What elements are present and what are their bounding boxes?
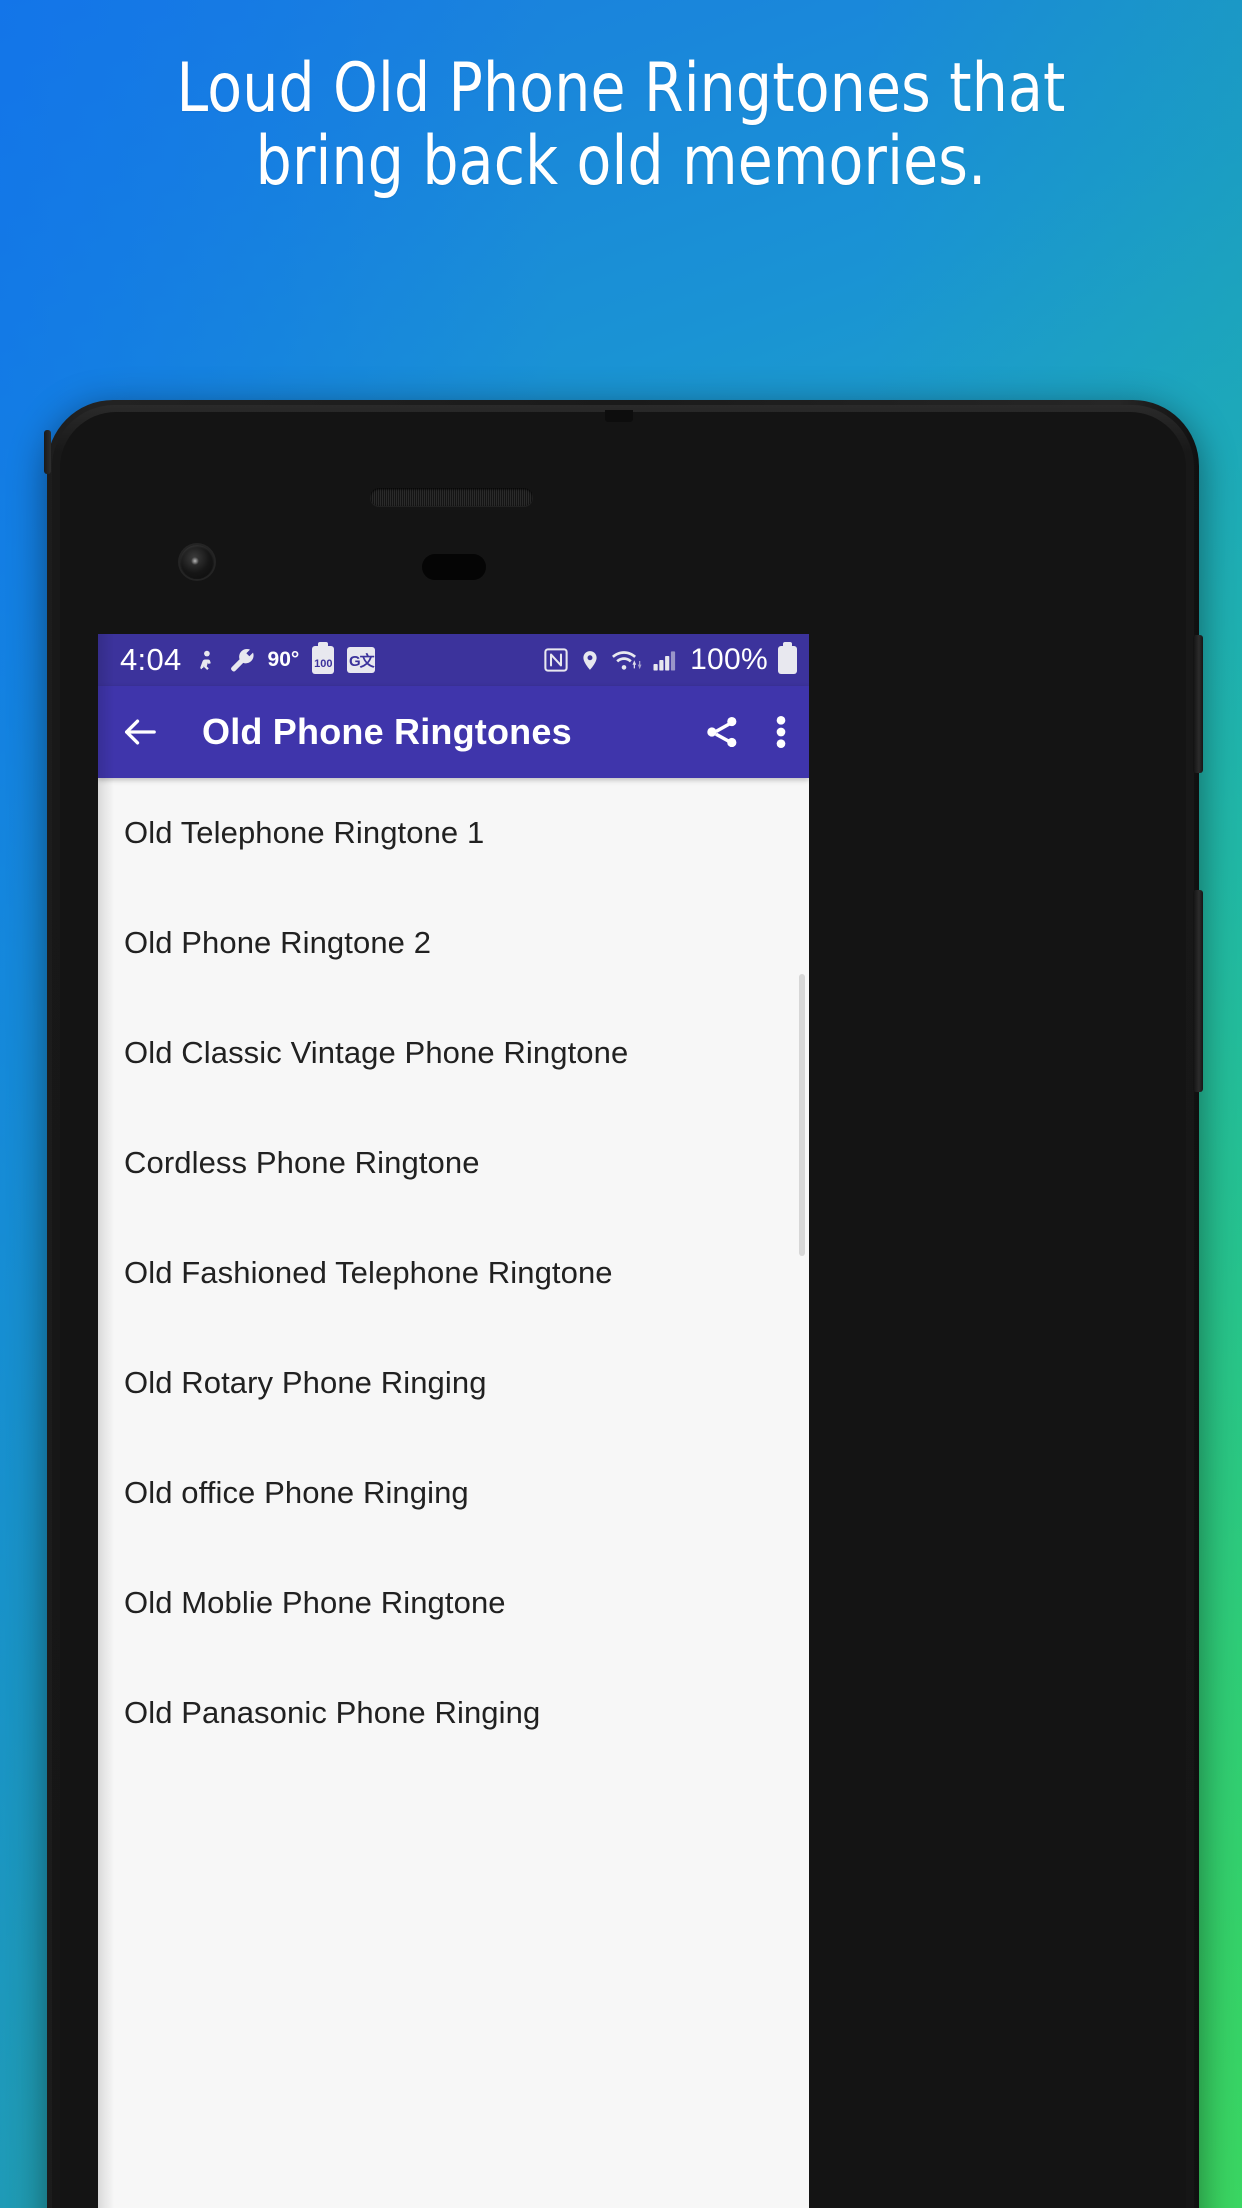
ringtone-name: Old Rotary Phone Ringing bbox=[124, 1365, 487, 1400]
promo-screenshot: Loud Old Phone Ringtones that bring back… bbox=[0, 0, 1242, 2208]
list-item[interactable]: Old Classic Vintage Phone Ringtone bbox=[98, 998, 809, 1108]
share-icon[interactable] bbox=[703, 713, 741, 751]
location-pin-icon bbox=[579, 647, 601, 674]
status-temperature: 90° bbox=[267, 648, 300, 671]
proximity-sensor bbox=[422, 554, 486, 580]
volume-button[interactable] bbox=[1193, 890, 1203, 1092]
ringtone-name: Old Telephone Ringtone 1 bbox=[124, 815, 485, 850]
phone-device-frame: 4:04 90° 100 G文 100% Old Phone Ringtones… bbox=[44, 400, 1203, 2208]
app-bar-actions bbox=[703, 712, 787, 752]
list-item[interactable]: Cordless Phone Ringtone bbox=[98, 1108, 809, 1218]
ringtone-name: Old office Phone Ringing bbox=[124, 1475, 469, 1510]
battery-icon bbox=[778, 642, 797, 674]
power-button[interactable] bbox=[1193, 635, 1203, 773]
headline-line-2: bring back old memories. bbox=[255, 122, 987, 202]
battery-percent-label: 100% bbox=[690, 643, 768, 676]
list-item[interactable]: Old Panasonic Phone Ringing bbox=[98, 1658, 809, 1768]
ringtone-name: Old Fashioned Telephone Ringtone bbox=[124, 1255, 613, 1290]
headline-line-1: Loud Old Phone Ringtones that bbox=[176, 49, 1066, 128]
phone-top-antenna-nub bbox=[605, 410, 633, 422]
ringtone-name: Old Phone Ringtone 2 bbox=[124, 925, 432, 960]
status-bar: 4:04 90° 100 G文 100% bbox=[98, 634, 809, 686]
phone-front-face: 4:04 90° 100 G文 100% Old Phone Ringtones… bbox=[60, 410, 1186, 2208]
ringtone-name: Old Moblie Phone Ringtone bbox=[124, 1585, 506, 1620]
ringtone-name: Old Panasonic Phone Ringing bbox=[124, 1695, 541, 1730]
ringtone-name: Old Classic Vintage Phone Ringtone bbox=[124, 1035, 629, 1070]
list-item[interactable]: Old Moblie Phone Ringtone bbox=[98, 1548, 809, 1658]
sim-tray bbox=[44, 430, 51, 474]
ringtone-name: Cordless Phone Ringtone bbox=[124, 1145, 480, 1180]
list-item[interactable]: Old Telephone Ringtone 1 bbox=[98, 778, 809, 888]
google-translate-icon: G文 bbox=[347, 647, 376, 673]
list-item[interactable]: Old office Phone Ringing bbox=[98, 1438, 809, 1548]
status-time: 4:04 bbox=[120, 642, 182, 677]
ringtone-list[interactable]: Old Telephone Ringtone 1 Old Phone Ringt… bbox=[98, 778, 809, 2208]
wrench-icon bbox=[230, 647, 255, 673]
list-item[interactable]: Old Phone Ringtone 2 bbox=[98, 888, 809, 998]
app-bar: Old Phone Ringtones bbox=[98, 686, 809, 778]
page-title: Old Phone Ringtones bbox=[202, 711, 572, 752]
scrollbar[interactable] bbox=[799, 974, 805, 1256]
promo-headline: Loud Old Phone Ringtones that bring back… bbox=[43, 52, 1198, 199]
nfc-icon bbox=[543, 647, 569, 673]
list-item[interactable]: Old Fashioned Telephone Ringtone bbox=[98, 1218, 809, 1328]
person-icon bbox=[195, 647, 217, 673]
overflow-menu-icon[interactable] bbox=[775, 712, 787, 752]
battery-100-icon: 100 bbox=[312, 642, 335, 674]
status-bar-right: 100% bbox=[543, 642, 797, 677]
list-item[interactable]: Old Rotary Phone Ringing bbox=[98, 1328, 809, 1438]
status-bar-left: 4:04 90° 100 G文 bbox=[120, 642, 376, 678]
device-screen: 4:04 90° 100 G文 100% Old Phone Ringtones… bbox=[98, 634, 809, 2208]
wifi-icon bbox=[611, 647, 643, 673]
earpiece-speaker-grille bbox=[370, 488, 533, 506]
signal-bars-icon bbox=[653, 647, 680, 673]
battery-100-label: 100 bbox=[314, 658, 333, 670]
front-camera-icon bbox=[180, 545, 214, 579]
back-arrow-icon[interactable] bbox=[120, 712, 160, 752]
